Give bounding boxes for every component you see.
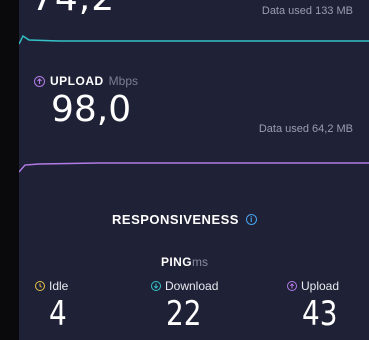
arrow-up-circle-icon <box>287 281 297 291</box>
upload-unit: Mbps <box>108 74 139 88</box>
idle-circle-icon <box>35 281 45 291</box>
download-data-used: Data used 133 MB <box>261 5 353 17</box>
ping-upload-value: 43 <box>302 294 338 334</box>
speedtest-screen: 74,2 Data used 133 MB UPLOAD Mbps 98,0 D… <box>0 0 369 340</box>
responsiveness-heading: RESPONSIVENESS i <box>0 212 369 227</box>
upload-title: UPLOAD <box>50 74 104 88</box>
download-speed-value: 74,2 <box>31 0 115 19</box>
ping-download-value: 22 <box>166 294 202 334</box>
ping-idle-label: Idle <box>49 279 69 293</box>
ping-download-header: Download <box>151 279 218 293</box>
ping-idle-header: Idle <box>35 279 68 293</box>
responsiveness-title: RESPONSIVENESS <box>112 212 239 227</box>
upload-header: UPLOAD Mbps <box>34 74 138 88</box>
upload-data-used: Data used 64,2 MB <box>258 123 353 135</box>
ping-upload-header: Upload <box>287 279 339 293</box>
arrow-up-circle-icon <box>34 75 45 87</box>
ping-unit: ms <box>191 255 208 269</box>
ping-heading: PINGms <box>0 255 369 269</box>
info-icon[interactable]: i <box>245 214 257 225</box>
upload-speed-value: 98,0 <box>51 89 132 130</box>
ping-download-label: Download <box>165 279 219 293</box>
ping-upload-label: Upload <box>301 279 340 293</box>
upload-speed-graph <box>19 162 369 173</box>
left-edge <box>0 0 19 340</box>
ping-label: PING <box>161 255 192 269</box>
arrow-down-circle-icon <box>151 281 161 291</box>
download-speed-graph <box>19 34 369 45</box>
ping-idle-value: 4 <box>49 294 67 334</box>
